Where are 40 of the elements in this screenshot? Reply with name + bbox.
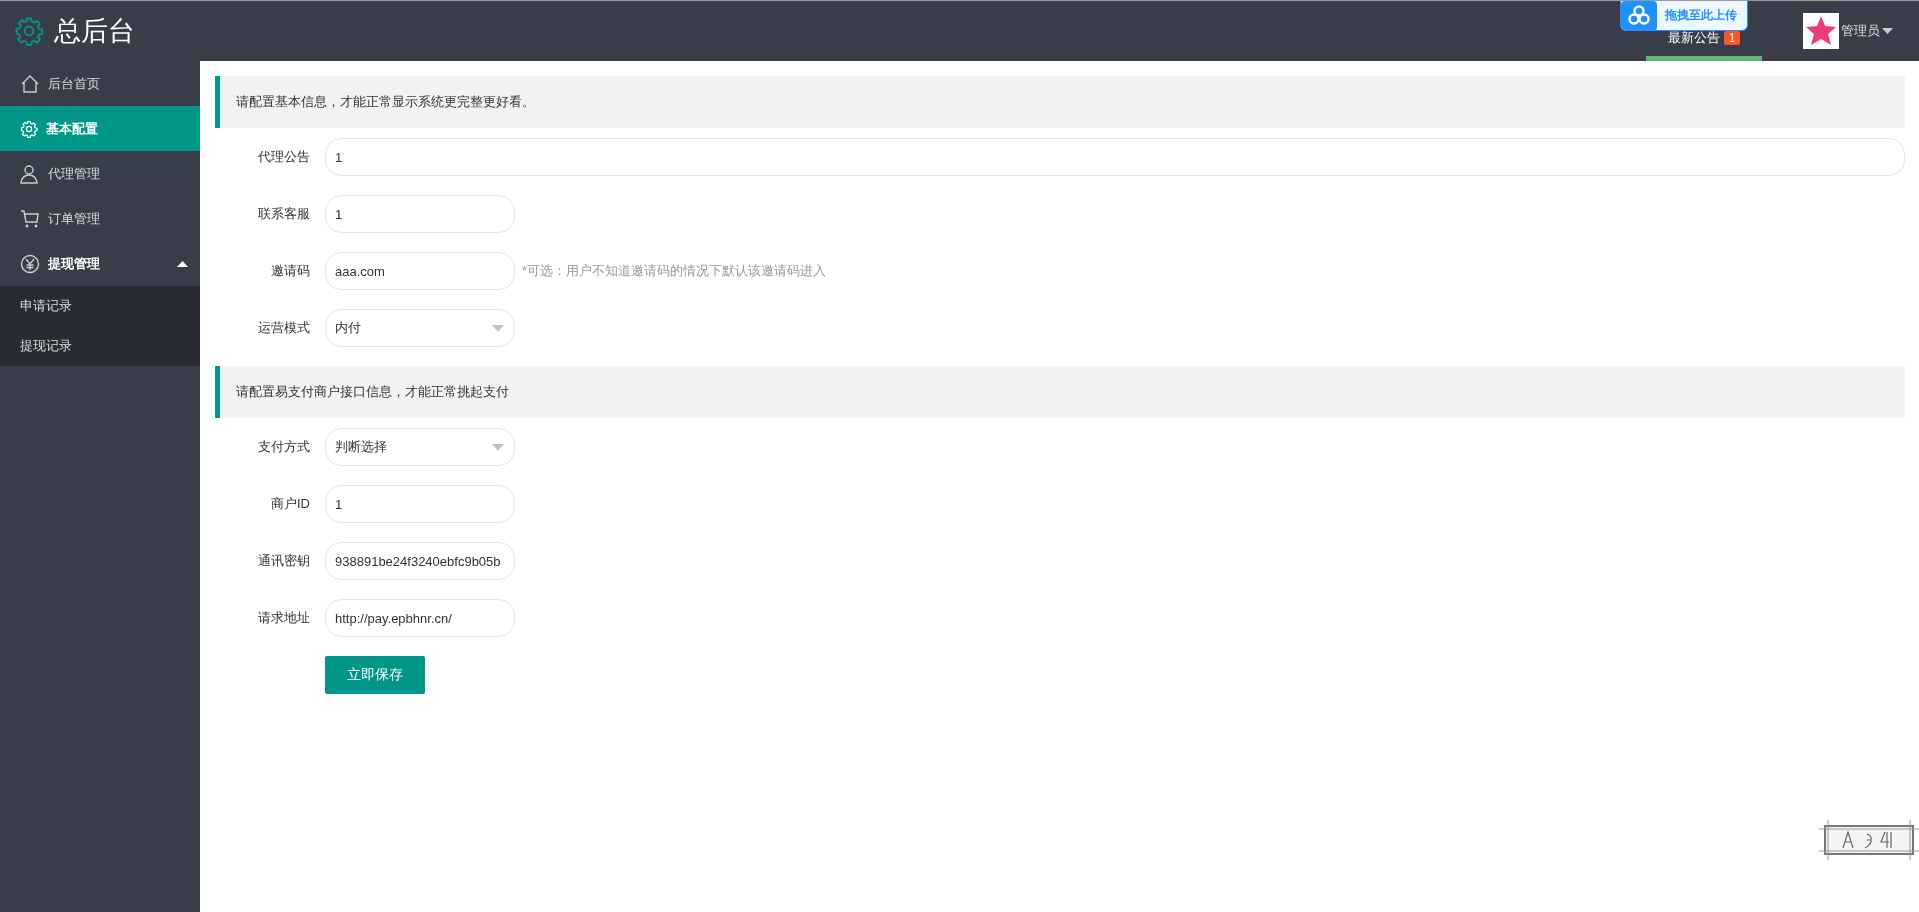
input-field[interactable]: 1	[325, 485, 515, 523]
input-field[interactable]: 1	[325, 138, 1905, 176]
input-field[interactable]: http://pay.epbhnr.cn/	[325, 599, 515, 637]
sidebar-subitem[interactable]: 申请记录	[0, 286, 200, 326]
field-label: 通讯密钥	[257, 552, 310, 570]
select-field[interactable]: 内付	[325, 309, 515, 347]
select-field[interactable]: 判断选择	[325, 428, 515, 466]
avatar-icon	[1803, 13, 1839, 49]
input-field[interactable]: 1	[325, 195, 515, 233]
gear-icon	[20, 119, 38, 138]
field-label: 邀请码	[270, 262, 310, 280]
app-title: 总后台	[54, 15, 135, 48]
sidebar-item[interactable]: 基本配置	[0, 106, 200, 151]
field-label: 联系客服	[257, 205, 310, 223]
input-field[interactable]: aaa.com	[325, 252, 515, 290]
save-button[interactable]: 立即保存	[325, 656, 425, 694]
sidebar-subitem[interactable]: 提现记录	[0, 326, 200, 366]
sidebar-item[interactable]: 代理管理	[0, 151, 200, 196]
caret-icon	[1882, 28, 1893, 34]
caret-icon	[492, 443, 504, 451]
user-menu[interactable]: 管理员	[1803, 1, 1893, 61]
field-label: 代理公告	[257, 148, 310, 166]
home-icon	[20, 73, 40, 94]
field-label: 运营模式	[257, 319, 310, 337]
cloud-icon	[1621, 1, 1657, 30]
user-icon	[20, 163, 40, 184]
section-notice: 请配置基本信息，才能正常显示系统更完整更好看。	[215, 76, 1905, 128]
sidebar-item[interactable]: 提现管理	[0, 241, 200, 286]
section-notice: 请配置易支付商户接口信息，才能正常挑起支付	[215, 366, 1905, 418]
sidebar-item[interactable]: 订单管理	[0, 196, 200, 241]
field-hint: *可选：用户不知道邀请码的情况下默认该邀请码进入	[522, 262, 826, 280]
caret-icon	[492, 324, 504, 332]
gear-icon	[14, 16, 44, 46]
sidebar-item[interactable]: 后台首页	[0, 61, 200, 106]
field-label: 商户ID	[270, 495, 310, 513]
field-label: 请求地址	[257, 609, 310, 627]
yen-icon	[20, 253, 40, 274]
cart-icon	[20, 208, 40, 229]
field-label: 支付方式	[257, 438, 310, 456]
input-field[interactable]: 938891be24f3240ebfc9b05b	[325, 542, 515, 580]
